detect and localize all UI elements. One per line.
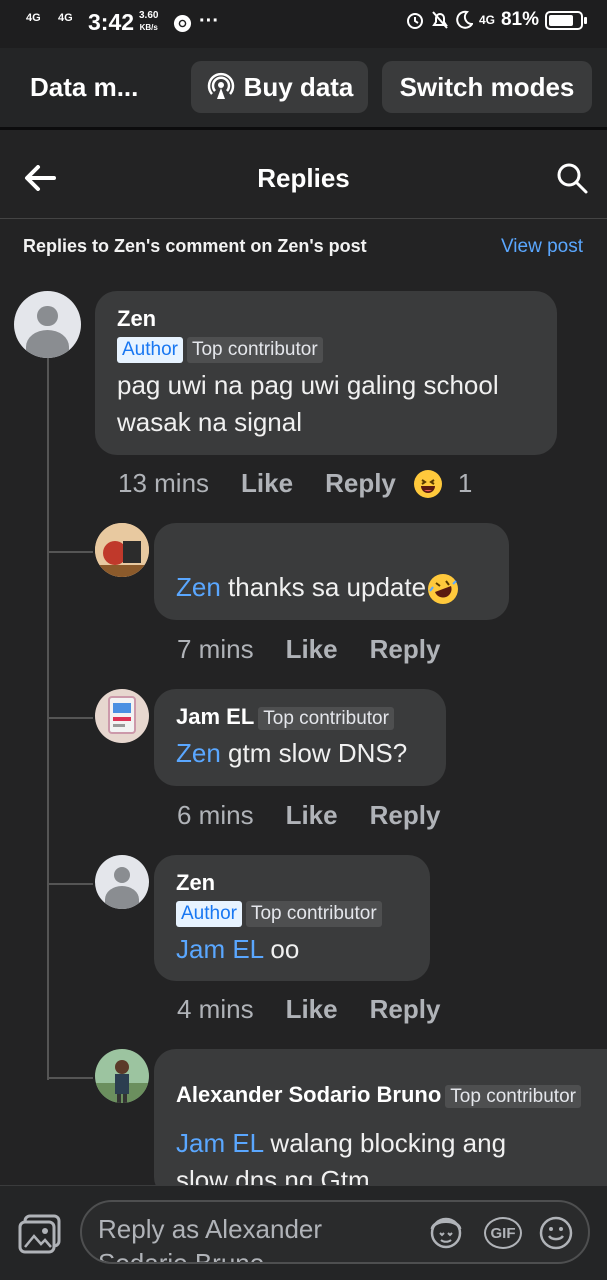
moon-icon bbox=[456, 10, 473, 29]
reply-button[interactable]: Reply bbox=[370, 800, 441, 831]
network-type: 4G bbox=[478, 13, 495, 27]
battery-percent: 81% bbox=[500, 9, 539, 30]
avatar[interactable] bbox=[95, 1049, 149, 1103]
gif-icon[interactable]: GIF bbox=[484, 1217, 522, 1249]
thread-branch bbox=[47, 551, 93, 553]
emoji-icon[interactable] bbox=[538, 1215, 574, 1251]
more-notifications: ··· bbox=[199, 10, 219, 32]
chrome-icon bbox=[173, 14, 192, 33]
signal-2: 4G bbox=[58, 12, 73, 24]
comment-bubble[interactable]: Alexander Sodario Bruno Top contributor J… bbox=[154, 1049, 607, 1199]
author-badge: Author bbox=[176, 901, 242, 927]
mention-link[interactable]: Jam EL bbox=[176, 934, 263, 964]
view-post-link[interactable]: View post bbox=[501, 236, 583, 258]
reply-button[interactable]: Reply bbox=[370, 994, 441, 1025]
mention-link[interactable]: Jam EL bbox=[176, 1128, 263, 1158]
thread-line bbox=[47, 358, 49, 1080]
mute-icon bbox=[432, 11, 448, 29]
network-speed: 3.60 KB/s bbox=[139, 10, 159, 32]
reaction-count: 1 bbox=[457, 468, 473, 498]
avatar[interactable] bbox=[95, 523, 149, 577]
app-bar: Replies bbox=[0, 135, 607, 219]
comment-text: Jam EL oo bbox=[176, 934, 300, 964]
status-bar: 4G 4G 3:42 3.60 KB/s ··· 4G 81% bbox=[0, 0, 607, 48]
avatar[interactable] bbox=[95, 689, 149, 743]
reply-composer: Reply as Alexander Sodario Bruno GIF bbox=[0, 1185, 607, 1280]
clock: 3:42 bbox=[88, 9, 135, 35]
buy-data-button[interactable]: Buy data bbox=[191, 61, 368, 113]
top-contributor-badge: Top contributor bbox=[186, 337, 323, 363]
laughing-reaction-icon[interactable] bbox=[413, 469, 442, 498]
page-title: Replies bbox=[257, 163, 350, 193]
comment-actions: 6 mins Like Reply bbox=[177, 800, 472, 831]
comment-text: wasak na signal bbox=[117, 407, 302, 437]
reply-placeholder: Reply as Alexander Sodario Bruno bbox=[98, 1214, 323, 1264]
like-button[interactable]: Like bbox=[286, 800, 338, 831]
avatar[interactable] bbox=[14, 291, 81, 358]
photo-icon[interactable] bbox=[18, 1214, 62, 1254]
rofl-emoji-icon bbox=[428, 574, 459, 605]
switch-modes-button[interactable]: Switch modes bbox=[382, 61, 592, 113]
top-contributor-badge: Top contributor bbox=[258, 707, 394, 730]
comment-text: Zen thanks sa update bbox=[176, 569, 487, 606]
thread-branch bbox=[47, 1077, 93, 1079]
comment-actions: 7 mins Like Reply bbox=[177, 634, 472, 665]
comment-text: Jam EL walang blocking ang bbox=[176, 1128, 507, 1158]
author-badge: Author bbox=[117, 337, 183, 363]
reply-button[interactable]: Reply bbox=[370, 634, 441, 665]
comment-bubble[interactable]: Zen Author Top contributor pag uwi na pa… bbox=[95, 291, 557, 455]
reply-input[interactable]: Reply as Alexander Sodario Bruno GIF bbox=[80, 1200, 590, 1264]
status-right: 4G 81% bbox=[405, 9, 587, 31]
avatar-sticker-icon[interactable] bbox=[426, 1215, 466, 1251]
top-contributor-badge: Top contributor bbox=[445, 1085, 581, 1108]
comment-bubble[interactable]: Jam EL Top contributor Zen gtm slow DNS? bbox=[154, 689, 446, 786]
comment-time: 13 mins bbox=[118, 468, 210, 498]
comment-bubble[interactable]: Zen Author Top contributor Jam EL oo bbox=[154, 855, 430, 981]
replies-subtitle: Replies to Zen's comment on Zen's post bbox=[23, 236, 367, 256]
comment-author[interactable]: Jam EL Top contributor bbox=[176, 703, 424, 733]
reply-button[interactable]: Reply bbox=[325, 468, 396, 499]
alarm-icon bbox=[406, 13, 423, 29]
battery-icon bbox=[545, 10, 587, 30]
thread-branch bbox=[47, 717, 93, 719]
comment-author[interactable]: Alexander Sodario Bruno Top contributor bbox=[176, 1081, 585, 1111]
comment-time: 4 mins bbox=[177, 994, 254, 1024]
mention-link[interactable]: Zen bbox=[176, 572, 221, 602]
comment-time: 6 mins bbox=[177, 800, 254, 830]
like-button[interactable]: Like bbox=[241, 468, 293, 499]
signal-1: 4G bbox=[26, 12, 41, 24]
like-button[interactable]: Like bbox=[286, 994, 338, 1025]
mention-link[interactable]: Zen bbox=[176, 738, 221, 768]
data-mode-title[interactable]: Data m... bbox=[30, 72, 138, 103]
comment-time: 7 mins bbox=[177, 634, 254, 664]
comment-author[interactable]: Zen bbox=[176, 869, 408, 897]
search-icon[interactable] bbox=[555, 161, 589, 195]
comment-actions: 13 mins Like Reply 1 bbox=[118, 468, 472, 499]
like-button[interactable]: Like bbox=[286, 634, 338, 665]
comment-text: pag uwi na pag uwi galing school bbox=[117, 370, 499, 400]
avatar[interactable] bbox=[95, 855, 149, 909]
comment-actions: 4 mins Like Reply bbox=[177, 994, 472, 1025]
buy-data-icon bbox=[207, 72, 234, 99]
comment-bubble[interactable]: Zen thanks sa update bbox=[154, 523, 509, 620]
top-contributor-badge: Top contributor bbox=[245, 901, 382, 927]
thread-branch bbox=[47, 883, 93, 885]
comment-text: Zen gtm slow DNS? bbox=[176, 738, 408, 768]
comment-author[interactable]: Zen bbox=[117, 305, 535, 333]
data-mode-bar: Data m... Buy data Switch modes bbox=[0, 48, 607, 130]
